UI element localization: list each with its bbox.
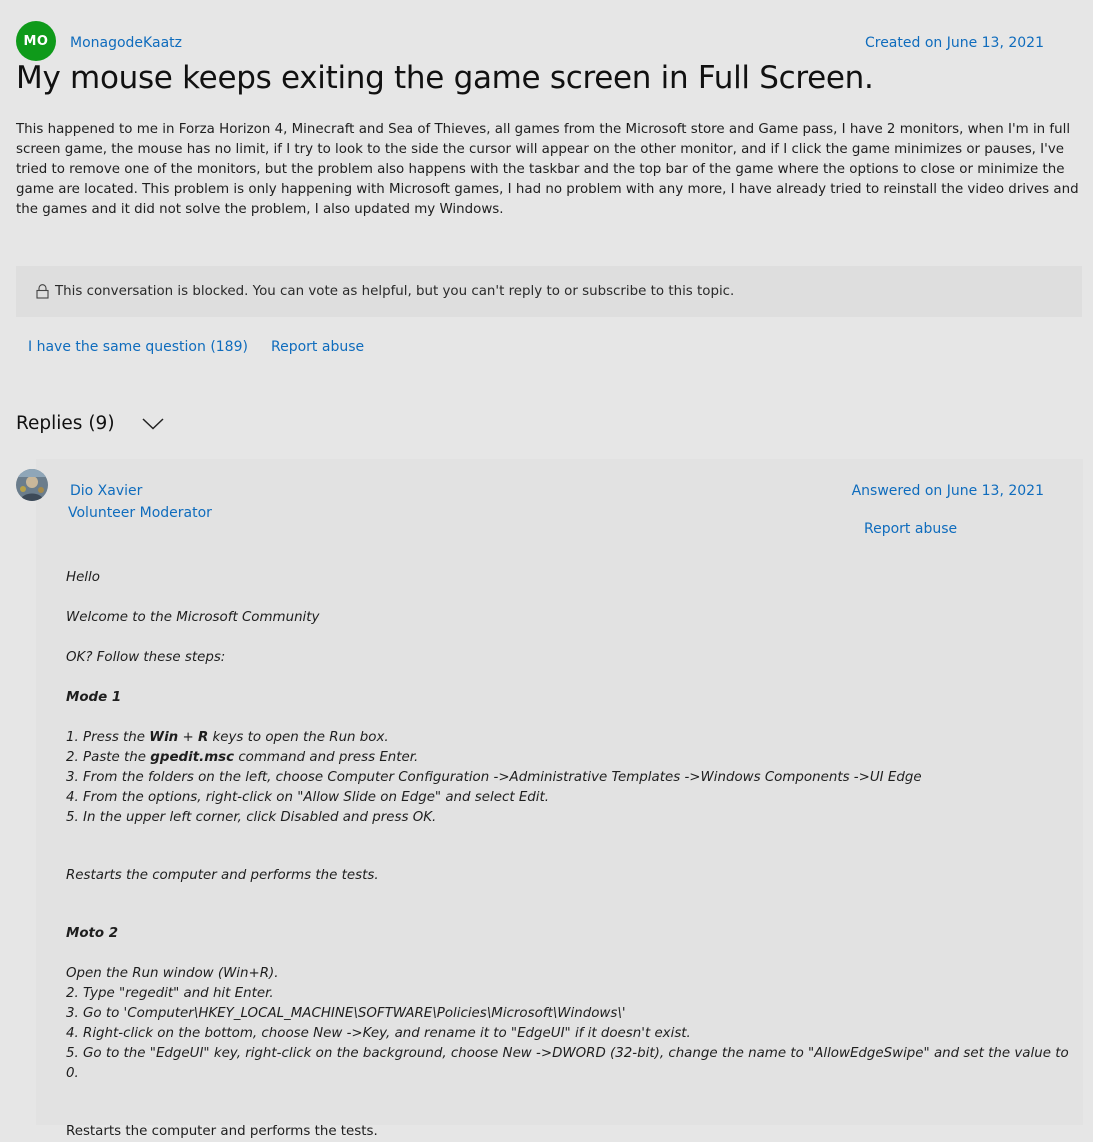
mode2-step-3: 3. Go to 'Computer\HKEY_LOCAL_MACHINE\SO…	[66, 1006, 626, 1021]
report-abuse-link[interactable]: Report abuse	[271, 339, 364, 355]
mode2-heading: Moto 2	[66, 926, 119, 941]
reply-greeting: Hello	[66, 570, 100, 585]
mode2-restart-note: Restarts the computer and performs the t…	[66, 1124, 378, 1139]
mode2-step-1: Open the Run window (Win+R).	[66, 966, 279, 981]
reply-author-avatar[interactable]	[16, 469, 48, 501]
answered-date: Answered on June 13, 2021	[851, 483, 1044, 499]
question-body: This happened to me in Forza Horizon 4, …	[16, 122, 1079, 217]
blocked-notice: This conversation is blocked. You can vo…	[16, 266, 1082, 317]
replies-header: Replies (9)	[16, 413, 164, 434]
mode1-step-3: 3. From the folders on the left, choose …	[66, 770, 922, 785]
reply-author-role: Volunteer Moderator	[68, 505, 212, 521]
created-date: Created on June 13, 2021	[864, 35, 1044, 51]
question-title: My mouse keeps exiting the game screen i…	[16, 60, 874, 96]
lock-icon	[36, 284, 49, 299]
author-name-link[interactable]: MonagodeKaatz	[70, 35, 182, 51]
same-question-button[interactable]: I have the same question (189)	[28, 339, 248, 355]
chevron-down-icon[interactable]	[142, 417, 164, 430]
mode2-step-5: 5. Go to the "EdgeUI" key, right-click o…	[66, 1046, 1069, 1081]
mode2-step-4: 4. Right-click on the bottom, choose New…	[66, 1026, 691, 1041]
replies-count-label: Replies (9)	[16, 413, 115, 434]
mode1-restart-note: Restarts the computer and performs the t…	[66, 868, 379, 883]
reply-welcome: Welcome to the Microsoft Community	[66, 610, 320, 625]
author-avatar[interactable]: MO	[16, 21, 56, 61]
reply-author-name-link[interactable]: Dio Xavier	[70, 483, 142, 499]
reply-report-abuse-link[interactable]: Report abuse	[864, 521, 957, 537]
blocked-notice-text: This conversation is blocked. You can vo…	[55, 284, 735, 299]
mode2-step-2: 2. Type "regedit" and hit Enter.	[66, 986, 274, 1001]
mode1-step-1: 1. Press the Win + R keys to open the Ru…	[66, 730, 389, 745]
reply-body: Hello Welcome to the Microsoft Community…	[66, 568, 1076, 1142]
reply-intro: OK? Follow these steps:	[66, 650, 226, 665]
mode1-step-5: 5. In the upper left corner, click Disab…	[66, 810, 437, 825]
mode1-step-2: 2. Paste the gpedit.msc command and pres…	[66, 750, 419, 765]
mode1-heading: Mode 1	[66, 690, 122, 705]
mode1-step-4: 4. From the options, right-click on "All…	[66, 790, 550, 805]
